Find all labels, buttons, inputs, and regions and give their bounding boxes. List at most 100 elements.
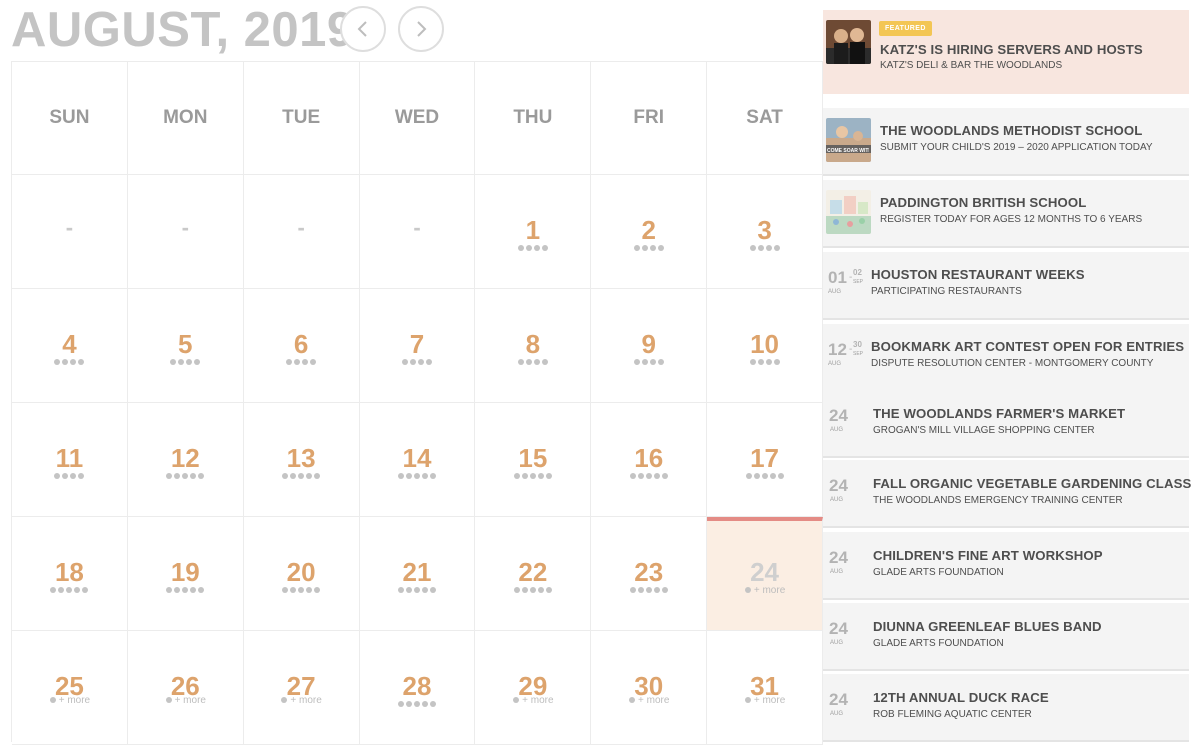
event-dot (401, 359, 408, 365)
day-cell[interactable]: 26 + more (127, 631, 244, 745)
event-dots (244, 359, 359, 365)
day-cell[interactable]: 22 (475, 517, 592, 631)
weekday-sat: SAT (707, 62, 823, 175)
event-dot (413, 473, 420, 479)
day-cell[interactable]: 8 (475, 289, 592, 403)
event-dot (657, 245, 664, 251)
day-cell[interactable]: 29 + more (475, 631, 592, 745)
event-dot (74, 587, 81, 593)
more-label: + more (58, 695, 91, 706)
day-cell[interactable]: 12 (127, 403, 244, 517)
day-cell[interactable]: 17 (707, 403, 823, 517)
day-cell[interactable]: 14 (359, 403, 476, 517)
event-dots (475, 359, 590, 365)
more-events-link[interactable]: + more (128, 695, 243, 706)
event-item[interactable]: 24 AUG THE WOODLANDS FARMER'S MARKET GROGAN… (823, 390, 1189, 458)
event-dot (513, 587, 520, 593)
event-venue: GLADE ARTS FOUNDATION (873, 567, 1004, 578)
calendar-grid: SUN MON TUE WED THU FRI SAT ----12345678… (11, 61, 823, 745)
event-dot (537, 587, 544, 593)
more-events-link[interactable]: + more (244, 695, 359, 706)
day-cell[interactable]: 21 (359, 517, 476, 631)
day-cell[interactable]: 23 (591, 517, 708, 631)
day-cell[interactable]: 28 (359, 631, 476, 745)
event-title: KATZ'S IS HIRING SERVERS AND HOSTS (880, 42, 1143, 57)
event-thumbnail (826, 20, 871, 64)
day-cell[interactable]: 15 (475, 403, 592, 517)
event-dot (409, 359, 416, 365)
day-cell[interactable]: 2 (591, 175, 708, 289)
event-dot (314, 473, 321, 479)
previous-month-button[interactable] (340, 6, 386, 52)
event-item[interactable]: 24 AUG DIUNNA GREENLEAF BLUES BAND GLADE AR… (823, 603, 1189, 671)
event-dots (475, 473, 590, 479)
event-dot (82, 587, 89, 593)
event-dot (545, 473, 552, 479)
day-number: 6 (293, 329, 309, 359)
day-cell[interactable]: 30 + more (591, 631, 708, 745)
day-number: 11 (55, 443, 84, 473)
more-events-link[interactable]: + more (591, 695, 706, 706)
day-cell[interactable]: 27 + more (243, 631, 360, 745)
day-cell[interactable]: 18 (12, 517, 128, 631)
event-item[interactable]: 01-02 AUG SEP HOUSTON RESTAURANT WEEKS PARTI… (823, 252, 1189, 320)
next-month-button[interactable] (398, 6, 444, 52)
day-cell[interactable]: 24 + more (707, 517, 823, 631)
event-item[interactable]: 12-30 AUG SEP BOOKMARK ART CONTEST OPEN FOR… (823, 324, 1189, 392)
day-cell[interactable]: 3 (707, 175, 823, 289)
event-dot (302, 359, 309, 365)
event-dots (475, 587, 590, 593)
day-cell[interactable]: 5 (127, 289, 244, 403)
day-cell[interactable]: 1 (475, 175, 592, 289)
event-item[interactable]: 24 AUG 12TH ANNUAL DUCK RACE ROB FLEMING AQ… (823, 674, 1189, 742)
event-dots (360, 473, 475, 479)
day-cell[interactable]: 19 (127, 517, 244, 631)
event-dot (54, 359, 61, 365)
event-dot (541, 359, 548, 365)
event-dot (178, 359, 185, 365)
day-cell-empty: - (243, 175, 360, 289)
event-item[interactable]: FEATURED KATZ'S IS HIRING SERVERS AND HOS… (823, 10, 1189, 94)
event-dot (421, 473, 428, 479)
day-cell[interactable]: 7 (359, 289, 476, 403)
event-venue: DISPUTE RESOLUTION CENTER - MONTGOMERY C… (871, 358, 1154, 369)
day-cell-empty: - (12, 175, 128, 289)
day-cell[interactable]: 6 (243, 289, 360, 403)
event-dot (545, 587, 552, 593)
event-dot (529, 587, 536, 593)
weekday-sun: SUN (12, 62, 128, 175)
more-events-link[interactable]: + more (707, 695, 822, 706)
day-cell[interactable]: 20 (243, 517, 360, 631)
event-item[interactable]: COME SOAR WITH US THE WOODLANDS METHODIST… (823, 108, 1189, 176)
day-cell[interactable]: 25 + more (12, 631, 128, 745)
event-dot (62, 473, 69, 479)
event-end-month: SEP (853, 279, 864, 285)
event-dot (653, 587, 660, 593)
event-dot (397, 473, 404, 479)
event-dots (128, 587, 243, 593)
event-dot (198, 587, 205, 593)
more-events-link[interactable]: + more (475, 695, 590, 706)
event-venue: THE WOODLANDS EMERGENCY TRAINING CENTER (873, 495, 1123, 506)
event-item[interactable]: 24 AUG FALL ORGANIC VEGETABLE GARDENING CL… (823, 460, 1192, 528)
event-dot (298, 587, 305, 593)
event-dot (521, 473, 528, 479)
day-cell[interactable]: 31 + more (707, 631, 823, 745)
event-item[interactable]: PADDINGTON BRITISH SCHOOL REGISTER TODAY … (823, 180, 1189, 248)
day-cell[interactable]: 4 (12, 289, 128, 403)
event-item[interactable]: 24 AUG CHILDREN'S FINE ART WORKSHOP GLADE A… (823, 532, 1189, 600)
more-events-link[interactable]: + more (707, 585, 822, 596)
day-cell[interactable]: 9 (591, 289, 708, 403)
event-title: FALL ORGANIC VEGETABLE GARDENING CLASS (873, 476, 1192, 491)
day-cell[interactable]: 10 (707, 289, 823, 403)
event-dot (165, 697, 172, 704)
weekday-tue: TUE (243, 62, 360, 175)
event-dots (707, 245, 822, 251)
more-events-link[interactable]: + more (12, 695, 127, 706)
day-number: - (413, 215, 421, 240)
day-cell[interactable]: 13 (243, 403, 360, 517)
day-cell[interactable]: 11 (12, 403, 128, 517)
event-dot (429, 701, 436, 707)
day-cell[interactable]: 16 (591, 403, 708, 517)
day-number: 23 (634, 557, 664, 587)
